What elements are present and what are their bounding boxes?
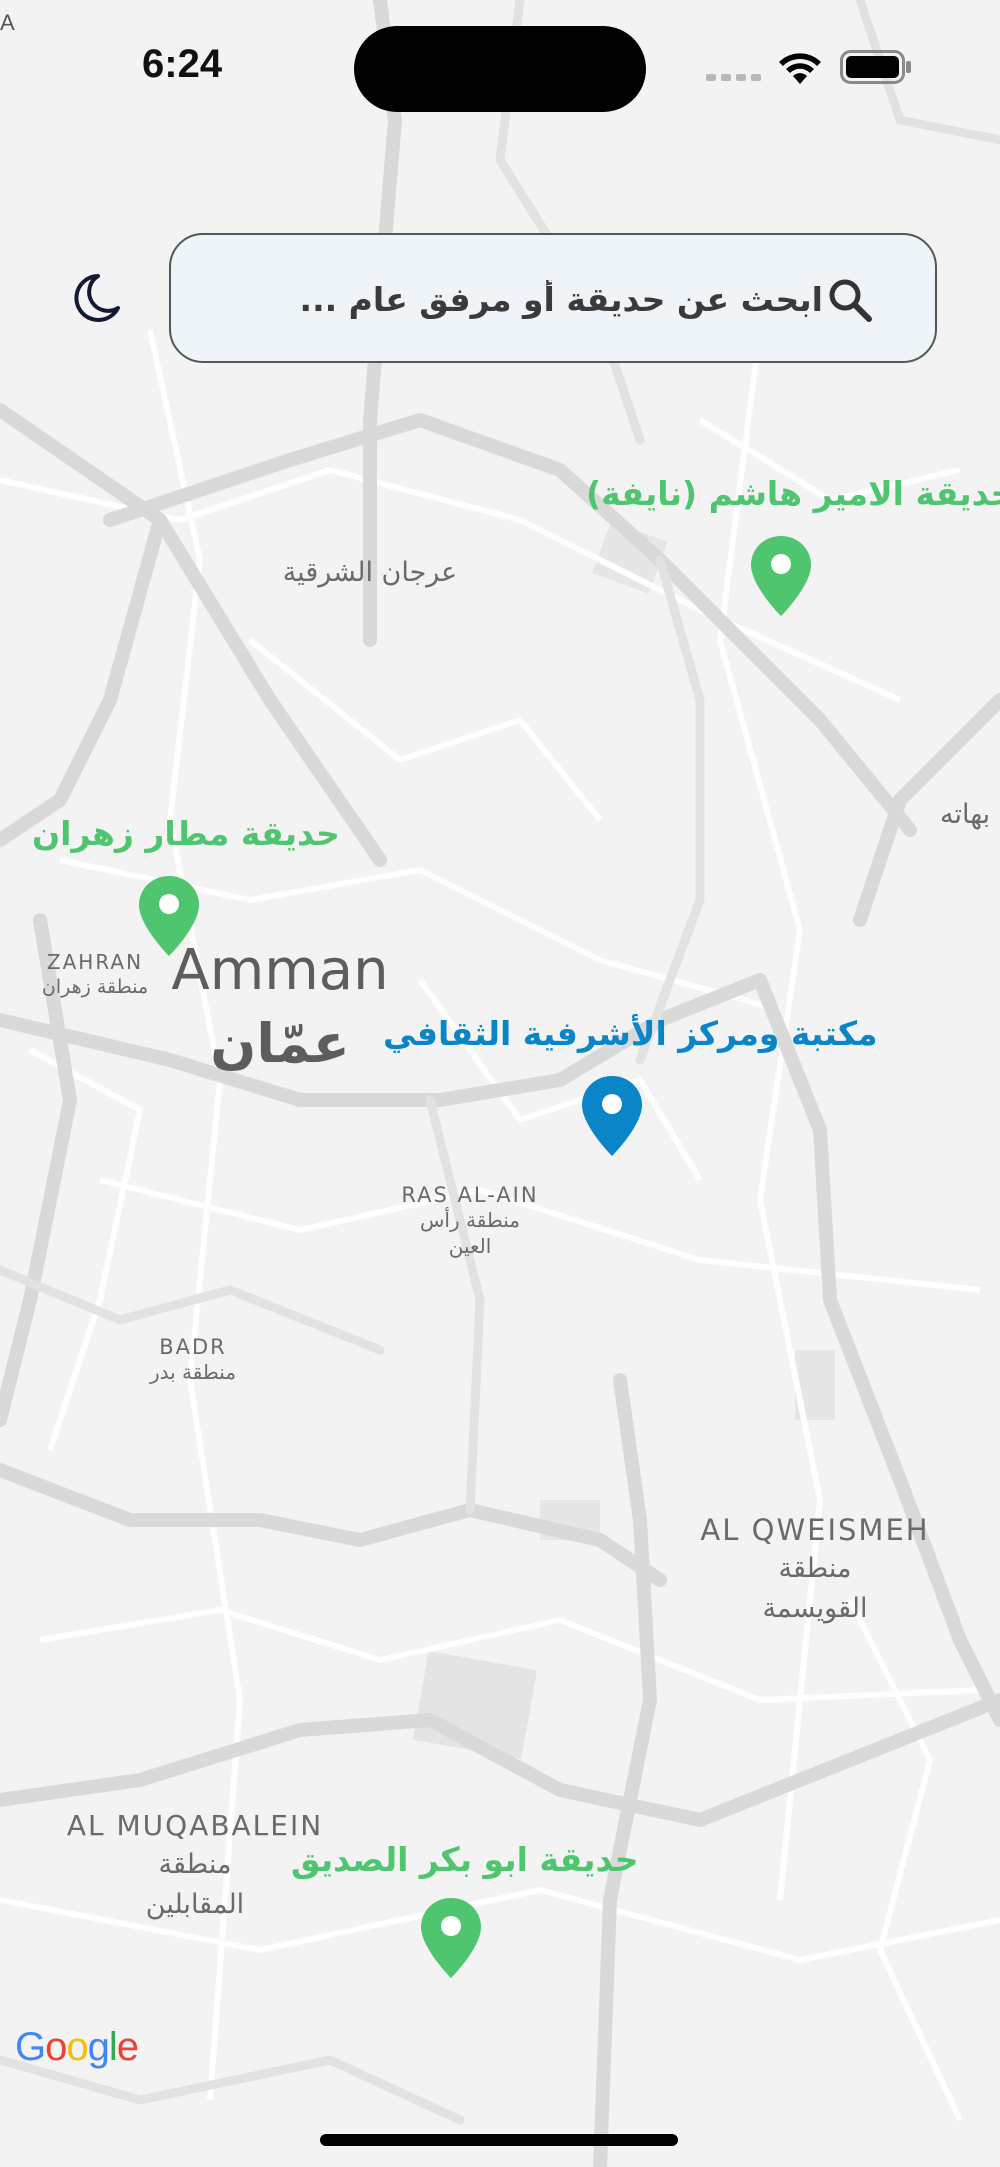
search-input[interactable] (211, 235, 825, 363)
map-pin-icon[interactable] (137, 874, 201, 958)
battery-icon (840, 50, 911, 84)
area-label-qweismeh-ar1: منطقة (778, 1553, 852, 1584)
area-label-badr-en: BADR (159, 1335, 227, 1359)
area-label-qweismeh-ar2: القويسمة (762, 1593, 868, 1624)
status-corner-char: A (0, 10, 15, 35)
google-letter: G (15, 2025, 46, 2069)
area-label-ras-al-ain-en: RAS AL-AIN (401, 1183, 539, 1207)
area-label-zahran-ar: منطقة زهران (41, 976, 149, 998)
wifi-icon (779, 53, 821, 84)
moon-icon[interactable] (68, 272, 122, 326)
area-label-ras-al-ain-ar1: منطقة رأس (420, 1208, 520, 1232)
area-label-muqabalein-en: AL MUQABALEIN (66, 1809, 324, 1842)
place-label-zahran-airport-park[interactable]: حديقة مطار زهران (32, 814, 340, 853)
city-label-amman-en: Amman (171, 938, 389, 1003)
search-bar[interactable] (169, 233, 937, 363)
search-icon[interactable] (827, 277, 873, 323)
google-letter: e (116, 2025, 139, 2069)
map-pin-icon[interactable] (749, 534, 813, 618)
place-label-ashrafieh-library[interactable]: مكتبة ومركز الأشرفية الثقافي (383, 1014, 878, 1053)
map-pin-icon[interactable] (419, 1896, 483, 1980)
google-letter: g (87, 2025, 110, 2069)
google-letter: l (108, 2025, 118, 2069)
google-logo: Google (15, 2025, 139, 2070)
map-pin-icon[interactable] (580, 1074, 644, 1158)
city-label-amman-ar: عمّان (210, 1012, 350, 1075)
place-label-prince-hashem-park[interactable]: حديقة الامير هاشم (نايفة) (586, 474, 1000, 513)
status-time: 6:24 (142, 42, 223, 86)
area-label-muqabalein-ar2: المقابلين (145, 1889, 245, 1920)
home-indicator[interactable] (320, 2134, 678, 2146)
place-label-abu-bakr-park[interactable]: حديقة ابو بكر الصديق (291, 1840, 638, 1879)
google-letter: o (45, 2025, 67, 2069)
area-label-muqabalein-ar1: منطقة (158, 1849, 232, 1880)
area-label-east-jarjan: عرجان الشرقية (282, 557, 458, 588)
area-label-ras-al-ain-ar2: العين (448, 1234, 492, 1258)
area-label-edge: بهاته (940, 799, 991, 830)
dynamic-island (354, 26, 646, 112)
area-label-qweismeh-en: AL QWEISMEH (700, 1513, 930, 1547)
google-letter: o (66, 2025, 88, 2069)
cellular-signal-icon (706, 74, 761, 81)
area-label-badr-ar: منطقة بدر (149, 1360, 237, 1384)
